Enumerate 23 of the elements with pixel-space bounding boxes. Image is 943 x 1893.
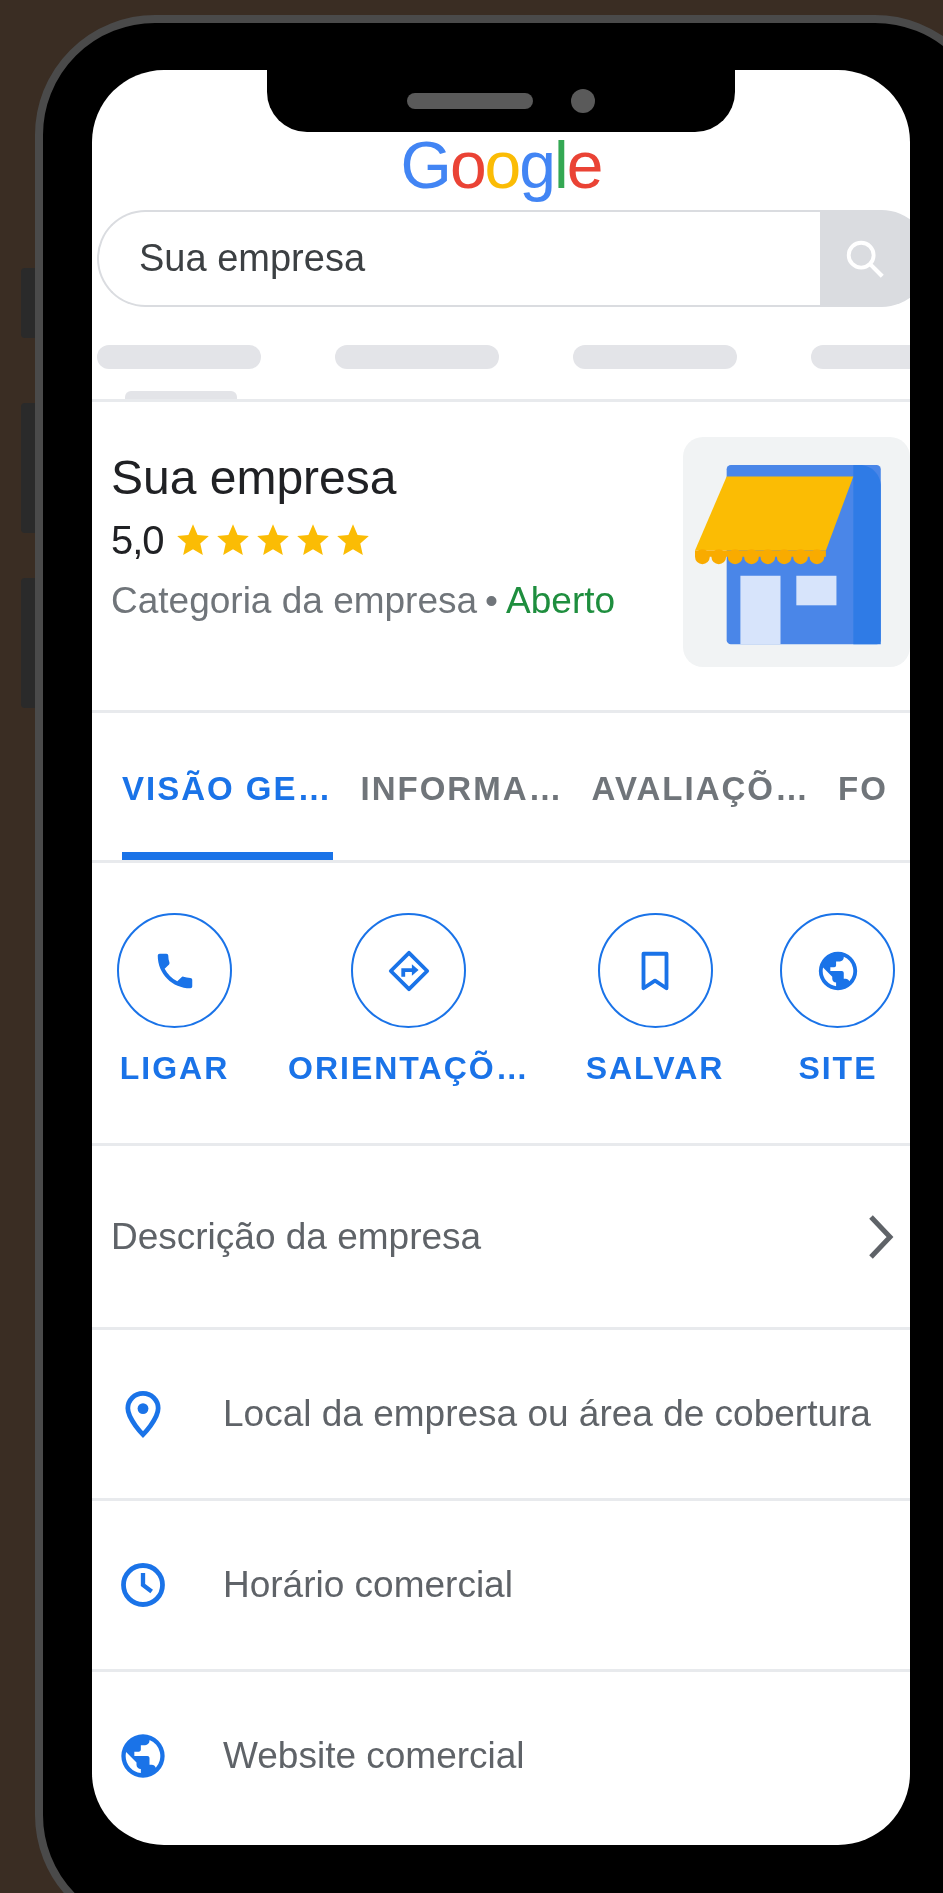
tab[interactable]: INFORMA… bbox=[360, 770, 564, 860]
action-label[interactable]: SALVAR bbox=[585, 1050, 725, 1087]
open-status: Aberto bbox=[506, 579, 616, 623]
separator-dot: • bbox=[485, 579, 499, 623]
front-camera bbox=[571, 89, 595, 113]
action-label[interactable]: SITE bbox=[798, 1050, 878, 1087]
action-label[interactable]: ORIENTAÇÕ… bbox=[288, 1050, 530, 1087]
row-label: Website comercial bbox=[223, 1735, 526, 1777]
rating-value: 5,0 bbox=[111, 517, 164, 563]
info-row[interactable]: Horário comercial bbox=[92, 1501, 910, 1669]
google-logo: Google bbox=[400, 127, 602, 204]
tab[interactable]: FO bbox=[837, 770, 888, 860]
row-label: Horário comercial bbox=[223, 1564, 514, 1606]
search-field[interactable]: Sua empresa bbox=[97, 210, 820, 307]
row-label: Local da empresa ou área de cobertura bbox=[223, 1393, 872, 1435]
info-row[interactable]: Descrição da empresa bbox=[92, 1146, 910, 1327]
business-category: Categoria da empresa bbox=[111, 579, 478, 623]
info-row[interactable]: Website comercial bbox=[92, 1672, 910, 1840]
business-name: Sua empresa bbox=[111, 450, 398, 506]
row-label: Descrição da empresa bbox=[111, 1215, 483, 1258]
action-label[interactable]: LIGAR bbox=[119, 1050, 230, 1087]
tab[interactable]: AVALIAÇÕ… bbox=[591, 770, 810, 860]
info-row[interactable]: Local da empresa ou área de cobertura bbox=[92, 1330, 910, 1498]
